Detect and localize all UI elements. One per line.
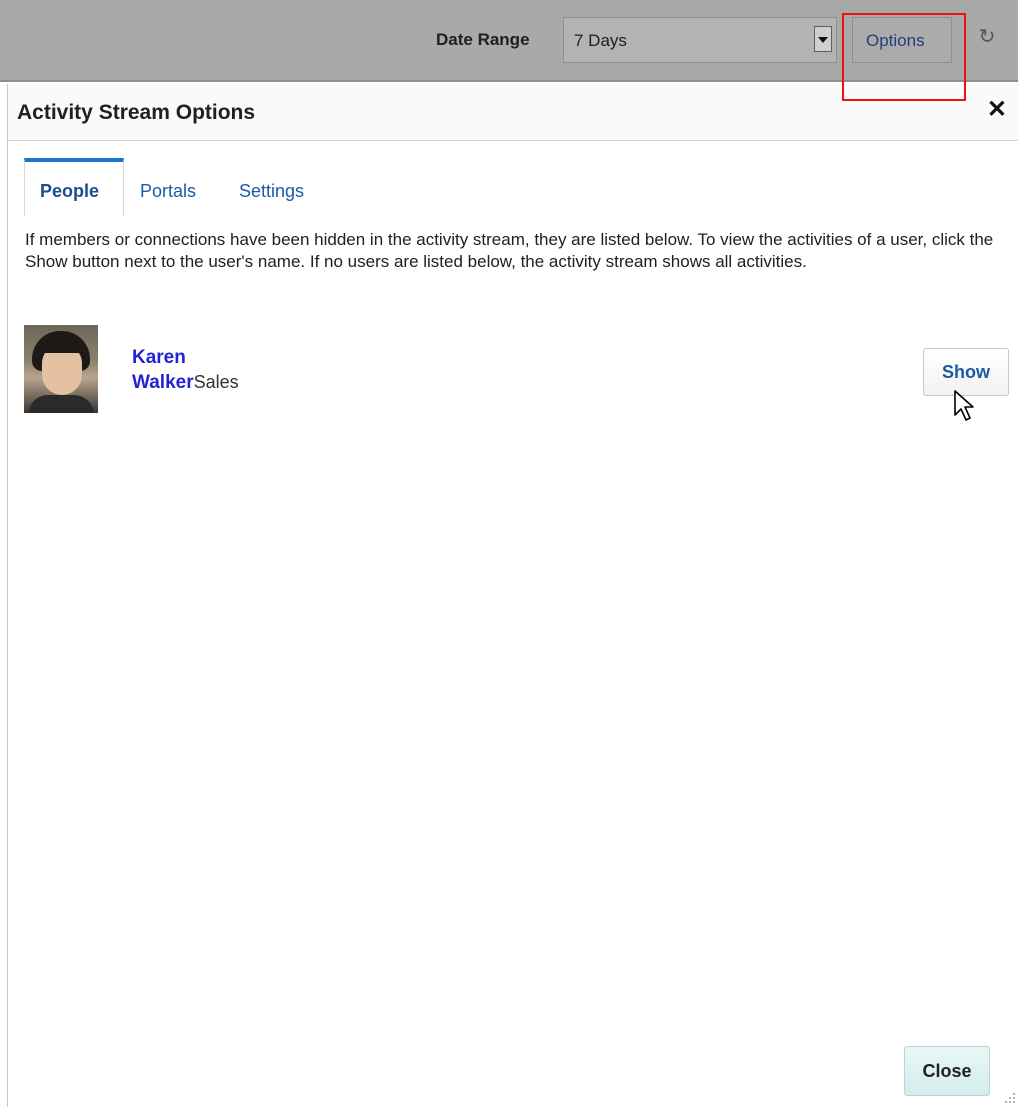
user-last-name-link[interactable]: Walker — [132, 372, 194, 393]
resize-grip-icon[interactable] — [1004, 1092, 1016, 1104]
activity-stream-options-dialog: Activity Stream Options ✕ People Portals… — [7, 84, 1018, 1107]
mouse-pointer-icon — [954, 390, 974, 421]
dialog-title: Activity Stream Options — [17, 101, 256, 124]
hidden-user-entry: Karen WalkerSales — [132, 346, 239, 395]
user-department: Sales — [193, 372, 239, 392]
tab-people-label: People — [40, 181, 100, 201]
chevron-down-icon[interactable] — [814, 26, 832, 52]
date-range-value: 7 Days — [574, 31, 627, 50]
avatar — [24, 325, 98, 413]
show-button-label: Show — [942, 362, 990, 382]
hidden-users-description: If members or connections have been hidd… — [25, 230, 994, 271]
tab-portals[interactable]: Portals — [124, 158, 218, 216]
user-first-name-link[interactable]: Karen — [132, 346, 239, 370]
tab-portals-label: Portals — [140, 181, 197, 201]
tab-settings[interactable]: Settings — [220, 158, 330, 216]
close-button-label: Close — [922, 1061, 972, 1081]
tab-bar: People Portals Settings — [24, 158, 1014, 216]
tab-settings-label: Settings — [239, 181, 305, 201]
close-button[interactable]: Close — [904, 1046, 990, 1096]
date-range-label: Date Range — [436, 30, 530, 49]
close-icon[interactable]: ✕ — [987, 98, 1007, 122]
refresh-icon[interactable]: ↻ — [976, 26, 998, 48]
tab-people[interactable]: People — [24, 158, 124, 216]
date-range-select[interactable]: 7 Days — [563, 17, 837, 63]
options-highlight-annotation — [842, 13, 966, 101]
